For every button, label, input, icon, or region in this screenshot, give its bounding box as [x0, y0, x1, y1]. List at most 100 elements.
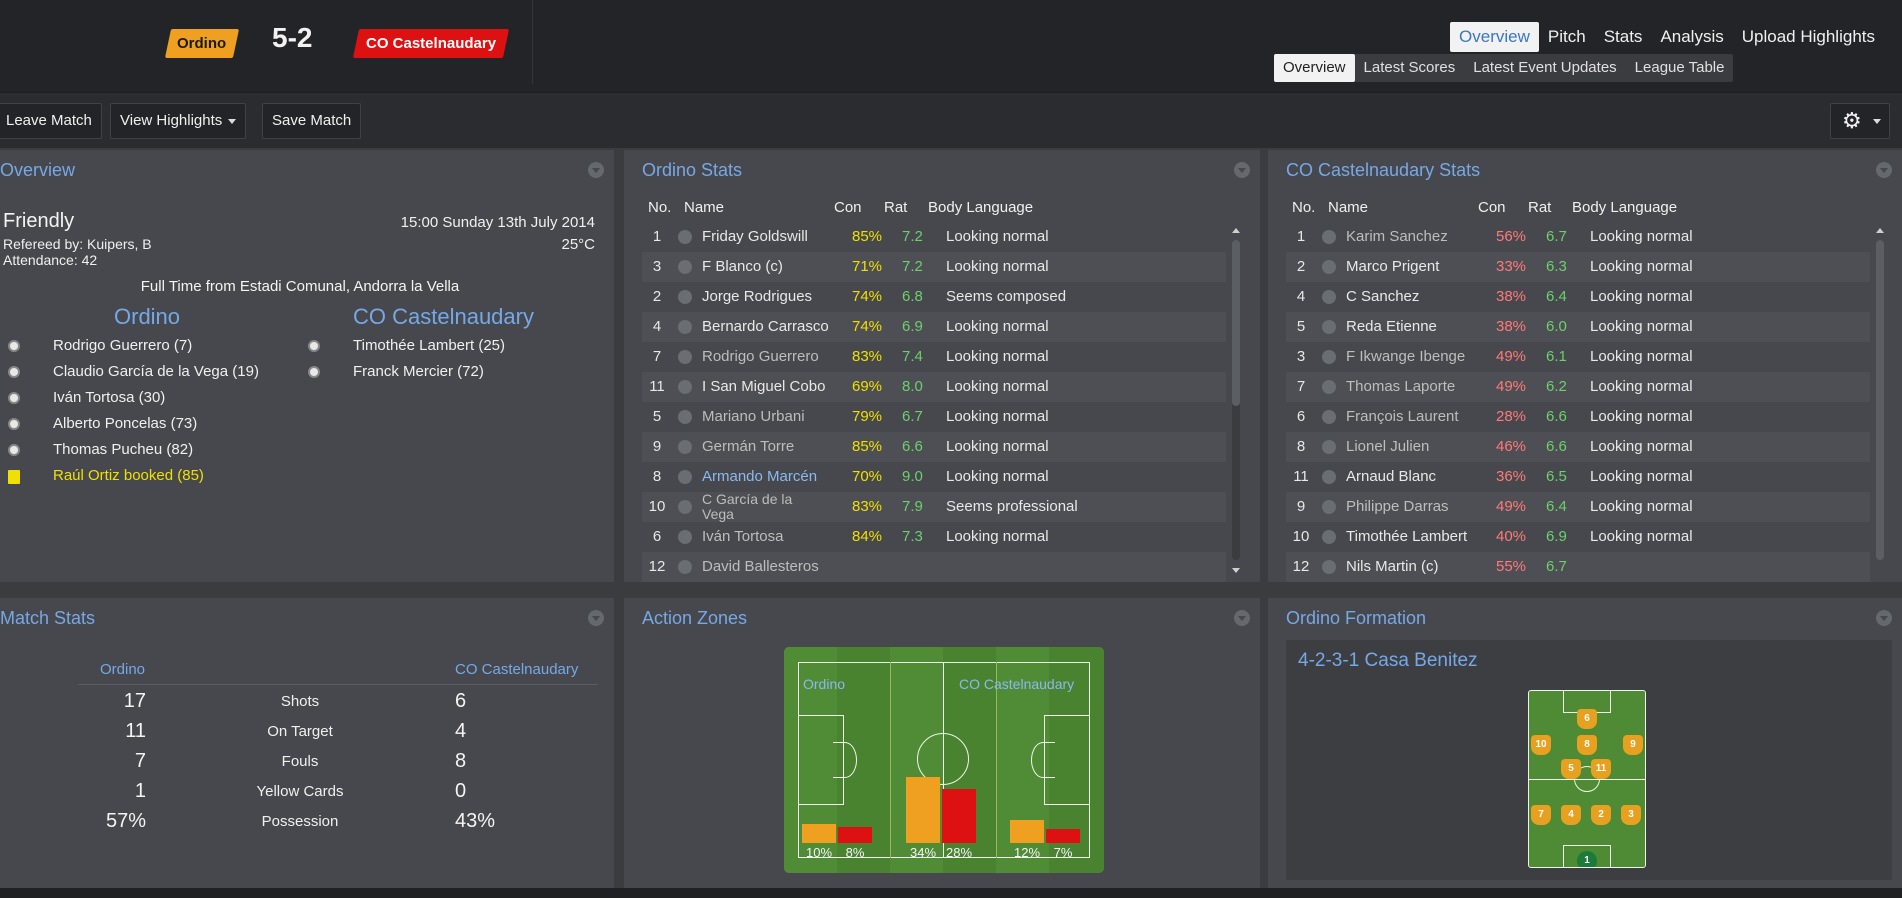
home-team-label[interactable]: Ordino: [100, 661, 145, 678]
player-name[interactable]: Timothée Lambert: [1346, 522, 1467, 552]
info-icon[interactable]: [678, 290, 692, 304]
player-shirt[interactable]: 7: [1531, 805, 1551, 825]
scrollbar[interactable]: [1876, 240, 1884, 560]
col-body-language-header[interactable]: Body Language: [1572, 199, 1677, 216]
player-name[interactable]: Friday Goldswill: [702, 222, 808, 252]
table-row[interactable]: 5 Mariano Urbani 79% 6.7 Looking normal: [642, 402, 1226, 432]
event-text[interactable]: Franck Mercier (72): [353, 362, 484, 382]
player-name[interactable]: Armando Marcén: [702, 462, 817, 492]
player-shirt[interactable]: 5: [1561, 759, 1581, 779]
tab-analysis[interactable]: Analysis: [1651, 22, 1732, 52]
tab-upload-highlights[interactable]: Upload Highlights: [1733, 22, 1884, 52]
table-row[interactable]: 10 Timothée Lambert 40% 6.9 Looking normal: [1286, 522, 1870, 552]
table-row[interactable]: 10 C García de la Vega 83% 7.9 Seems profess…: [642, 492, 1226, 522]
info-icon[interactable]: [678, 320, 692, 334]
away-team-heading[interactable]: CO Castelnaudary: [353, 304, 534, 330]
leave-match-button[interactable]: Leave Match: [0, 103, 102, 139]
info-icon[interactable]: [678, 440, 692, 454]
player-name[interactable]: Marco Prigent: [1346, 252, 1439, 282]
event-text[interactable]: Rodrigo Guerrero (7): [53, 336, 192, 356]
col-rat-header[interactable]: Rat: [884, 199, 907, 216]
player-shirt[interactable]: 3: [1621, 805, 1641, 825]
scroll-down-icon[interactable]: [1232, 568, 1240, 573]
info-icon[interactable]: [678, 560, 692, 574]
collapse-icon[interactable]: [1876, 610, 1892, 626]
event-text[interactable]: Raúl Ortiz booked (85): [53, 466, 204, 486]
table-row[interactable]: 7 Thomas Laporte 49% 6.2 Looking normal: [1286, 372, 1870, 402]
table-row[interactable]: 12 David Ballesteros: [642, 552, 1226, 582]
player-shirt[interactable]: 11: [1591, 759, 1611, 779]
col-body-language-header[interactable]: Body Language: [928, 199, 1033, 216]
col-no-header[interactable]: No.: [648, 199, 671, 216]
collapse-icon[interactable]: [1234, 610, 1250, 626]
scroll-thumb[interactable]: [1876, 240, 1884, 560]
table-row[interactable]: 2 Marco Prigent 33% 6.3 Looking normal: [1286, 252, 1870, 282]
info-icon[interactable]: [1322, 410, 1336, 424]
player-name[interactable]: F Ikwange Ibenge: [1346, 342, 1465, 372]
col-con-header[interactable]: Con: [1478, 199, 1506, 216]
info-icon[interactable]: [1322, 470, 1336, 484]
player-name[interactable]: Karim Sanchez: [1346, 222, 1448, 252]
collapse-icon[interactable]: [1876, 162, 1892, 178]
info-icon[interactable]: [1322, 350, 1336, 364]
table-row[interactable]: 11 I San Miguel Cobo 69% 8.0 Looking normal: [642, 372, 1226, 402]
info-icon[interactable]: [1322, 380, 1336, 394]
col-rat-header[interactable]: Rat: [1528, 199, 1551, 216]
scroll-up-icon[interactable]: [1232, 228, 1240, 233]
col-con-header[interactable]: Con: [834, 199, 862, 216]
table-row[interactable]: 8 Lionel Julien 46% 6.6 Looking normal: [1286, 432, 1870, 462]
table-row[interactable]: 1 Friday Goldswill 85% 7.2 Looking normal: [642, 222, 1226, 252]
player-shirt[interactable]: 4: [1561, 805, 1581, 825]
table-row[interactable]: 8 Armando Marcén 70% 9.0 Looking normal: [642, 462, 1226, 492]
tab-stats[interactable]: Stats: [1595, 22, 1652, 52]
event-text[interactable]: Iván Tortosa (30): [53, 388, 165, 408]
info-icon[interactable]: [678, 530, 692, 544]
table-row[interactable]: 3 F Ikwange Ibenge 49% 6.1 Looking normal: [1286, 342, 1870, 372]
player-shirt[interactable]: 6: [1577, 709, 1597, 729]
home-team-heading[interactable]: Ordino: [114, 304, 180, 330]
event-text[interactable]: Timothée Lambert (25): [353, 336, 505, 356]
player-name[interactable]: Reda Etienne: [1346, 312, 1437, 342]
player-name[interactable]: François Laurent: [1346, 402, 1459, 432]
view-highlights-button[interactable]: View Highlights: [110, 103, 247, 139]
info-icon[interactable]: [1322, 260, 1336, 274]
player-shirt[interactable]: 1: [1577, 851, 1597, 867]
player-name[interactable]: Arnaud Blanc: [1346, 462, 1436, 492]
subtab-league-table[interactable]: League Table: [1626, 54, 1734, 82]
info-icon[interactable]: [1322, 560, 1336, 574]
table-row[interactable]: 3 F Blanco (c) 71% 7.2 Looking normal: [642, 252, 1226, 282]
player-name[interactable]: C García de la Vega: [702, 492, 812, 522]
table-row[interactable]: 2 Jorge Rodrigues 74% 6.8 Seems composed: [642, 282, 1226, 312]
info-icon[interactable]: [678, 410, 692, 424]
info-icon[interactable]: [678, 230, 692, 244]
player-name[interactable]: F Blanco (c): [702, 252, 783, 282]
player-name[interactable]: Nils Martin (c): [1346, 552, 1439, 582]
player-name[interactable]: Rodrigo Guerrero: [702, 342, 819, 372]
table-row[interactable]: 6 François Laurent 28% 6.6 Looking normal: [1286, 402, 1870, 432]
formation-name[interactable]: 4-2-3-1 Casa Benitez: [1298, 650, 1478, 672]
collapse-icon[interactable]: [1234, 162, 1250, 178]
player-shirt[interactable]: 2: [1591, 805, 1611, 825]
table-row[interactable]: 7 Rodrigo Guerrero 83% 7.4 Looking normal: [642, 342, 1226, 372]
scroll-up-icon[interactable]: [1876, 228, 1884, 233]
tab-overview[interactable]: Overview: [1450, 22, 1539, 52]
event-text[interactable]: Claudio García de la Vega (19): [53, 362, 259, 382]
save-match-button[interactable]: Save Match: [262, 103, 362, 139]
info-icon[interactable]: [1322, 320, 1336, 334]
player-name[interactable]: Thomas Laporte: [1346, 372, 1455, 402]
table-row[interactable]: 6 Iván Tortosa 84% 7.3 Looking normal: [642, 522, 1226, 552]
home-team-badge[interactable]: Ordino: [164, 29, 240, 58]
info-icon[interactable]: [1322, 440, 1336, 454]
info-icon[interactable]: [678, 470, 692, 484]
player-name[interactable]: Jorge Rodrigues: [702, 282, 812, 312]
info-icon[interactable]: [1322, 230, 1336, 244]
col-name-header[interactable]: Name: [1328, 199, 1368, 216]
player-name[interactable]: Iván Tortosa: [702, 522, 783, 552]
scroll-thumb[interactable]: [1232, 240, 1240, 406]
info-icon[interactable]: [1322, 500, 1336, 514]
table-row[interactable]: 9 Germán Torre 85% 6.6 Looking normal: [642, 432, 1226, 462]
event-text[interactable]: Thomas Pucheu (82): [53, 440, 193, 460]
player-shirt[interactable]: 10: [1531, 735, 1551, 755]
collapse-icon[interactable]: [588, 162, 604, 178]
player-name[interactable]: Bernardo Carrasco: [702, 312, 829, 342]
